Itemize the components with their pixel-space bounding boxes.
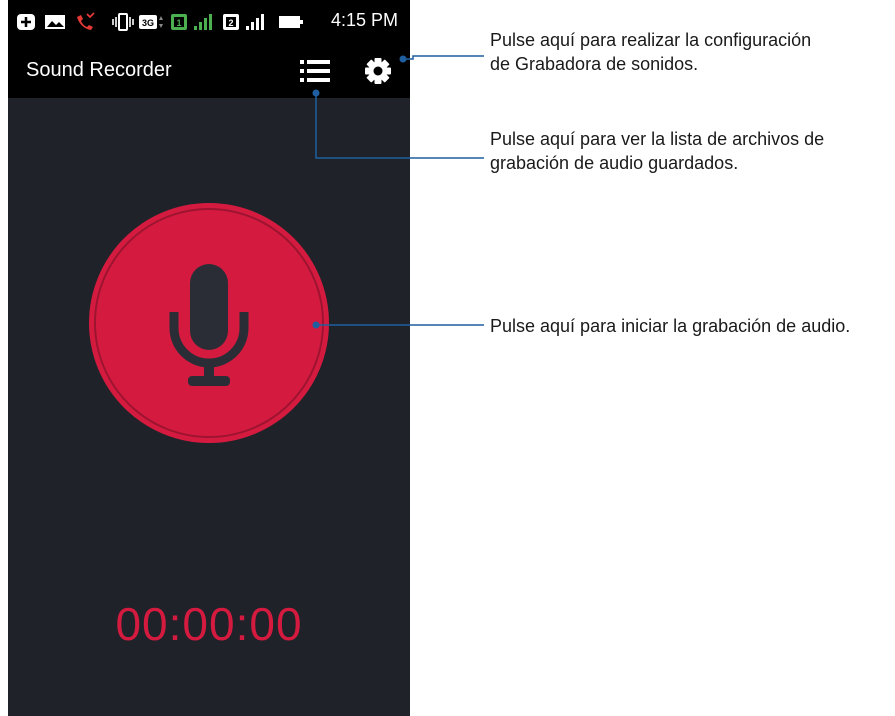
settings-callout-line2: de Grabadora de sonidos. (490, 54, 699, 74)
settings-callout-dot (399, 55, 407, 63)
record-callout-dot (312, 321, 320, 329)
page: 3G 1 2 4:15 PM Sound Recorder 00:00:00 P… (0, 0, 895, 716)
record-callout-text: Pulse aquí para iniciar la grabación de … (490, 316, 851, 336)
list-callout-line2: grabación de audio guardados. (490, 153, 739, 173)
settings-callout-line (403, 55, 484, 60)
settings-callout-line1: Pulse aquí para realizar la configuració… (490, 30, 812, 50)
settings-callout-text: Pulse aquí para realizar la configuració… (490, 28, 890, 76)
list-callout-dot (312, 89, 320, 97)
callout-lines (312, 55, 484, 329)
list-callout-text: Pulse aquí para ver la lista de archivos… (490, 127, 890, 175)
list-callout-line (315, 93, 484, 159)
list-callout-line1: Pulse aquí para ver la lista de archivos… (490, 129, 825, 149)
